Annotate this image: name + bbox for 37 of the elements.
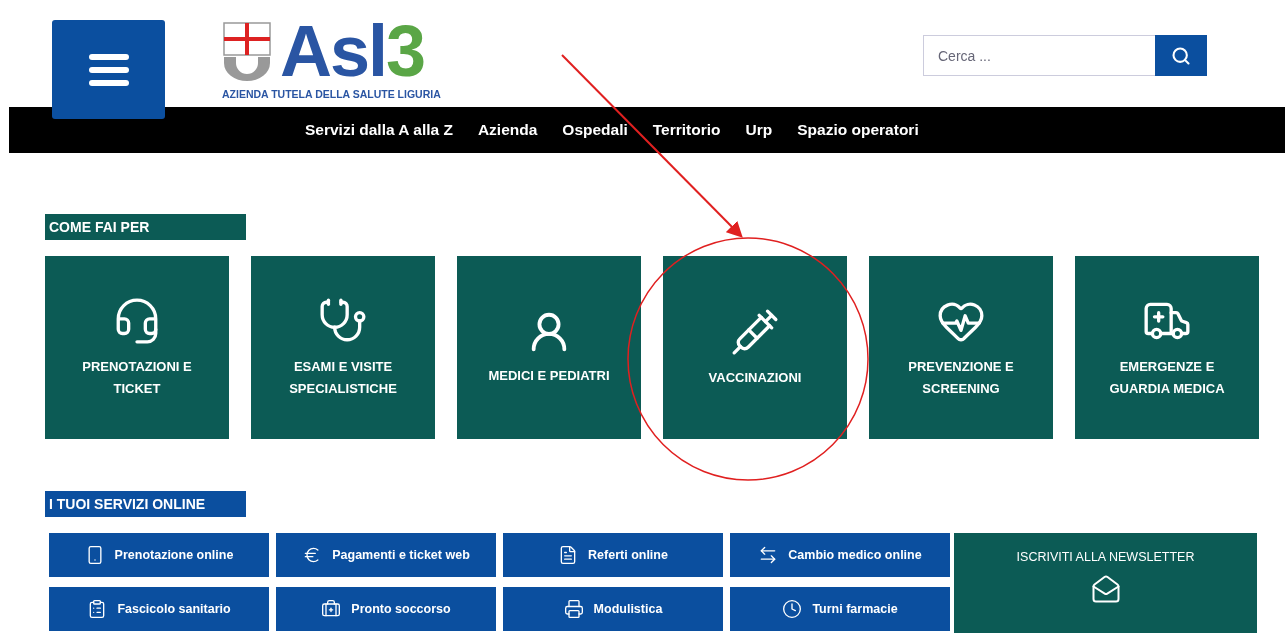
search-icon	[1171, 45, 1191, 66]
syringe-icon	[730, 306, 780, 357]
section-title: COME FAI PER	[45, 214, 246, 240]
search-button[interactable]	[1155, 35, 1207, 76]
first-aid-kit-icon	[321, 598, 342, 619]
mail-icon	[1090, 574, 1121, 604]
online-service-button[interactable]: Pronto soccorso	[276, 586, 496, 631]
online-service-button[interactable]: Prenotazione online	[49, 533, 269, 577]
newsletter-panel[interactable]: ISCRIVITI ALLA NEWSLETTER	[954, 533, 1257, 633]
service-tile[interactable]: ESAMI E VISITE SPECIALISTICHE	[251, 256, 435, 439]
online-service-button[interactable]: Referti online	[503, 533, 723, 577]
service-tile[interactable]: PRENOTAZIONI E TICKET	[45, 256, 229, 439]
printer-icon	[563, 598, 584, 619]
search-field[interactable]: Cerca ...	[923, 35, 1155, 76]
nav-link[interactable]: Territorio	[652, 121, 721, 139]
service-tile[interactable]: VACCINAZIONI	[663, 256, 847, 439]
nav-link[interactable]: Urp	[745, 121, 773, 139]
logo-wordmark: Asl3	[280, 20, 425, 82]
online-service-button[interactable]: Turni farmacie	[730, 586, 950, 631]
menu-icon	[88, 53, 129, 86]
nav-link[interactable]: Spazio operatori	[797, 121, 919, 139]
service-tile[interactable]: MEDICI E PEDIATRI	[457, 256, 641, 439]
nav-link[interactable]: Servizi dalla A alla Z	[305, 121, 453, 139]
service-tile[interactable]: PREVENZIONE E SCREENING	[869, 256, 1053, 439]
nav-link[interactable]: Ospedali	[562, 121, 628, 139]
online-service-button[interactable]: Fascicolo sanitario	[49, 586, 269, 631]
online-service-button[interactable]: Pagamenti e ticket web	[276, 533, 496, 577]
service-tile[interactable]: EMERGENZE E GUARDIA MEDICA	[1075, 256, 1259, 439]
online-service-button[interactable]: Cambio medico online	[730, 533, 950, 577]
online-service-button[interactable]: Modulistica	[503, 586, 723, 631]
section-title: I TUOI SERVIZI ONLINE	[45, 491, 246, 517]
newsletter-label: ISCRIVITI ALLA NEWSLETTER	[1016, 550, 1195, 564]
shield-icon	[222, 21, 272, 81]
menu-button[interactable]	[52, 20, 165, 119]
nav-link[interactable]: Azienda	[477, 121, 538, 139]
clock-icon	[782, 598, 803, 619]
logo-tagline: AZIENDA TUTELA DELLA SALUTE LIGURIA	[222, 88, 441, 100]
